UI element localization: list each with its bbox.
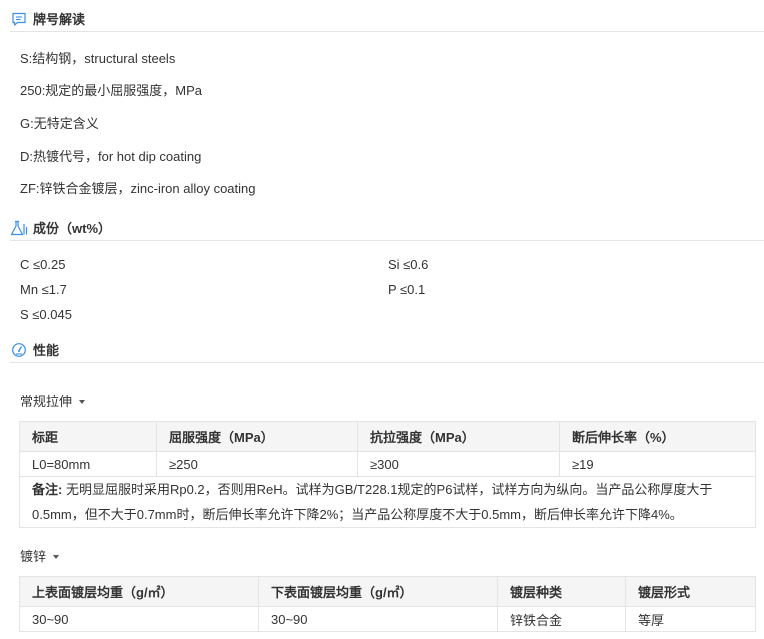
header-coating-form: 镀层形式: [625, 576, 756, 607]
performance-section-header: 性能: [10, 337, 764, 363]
table-header-row: 标距 屈服强度（MPa） 抗拉强度（MPa） 断后伸长率（%）: [19, 421, 756, 452]
header-coating-type: 镀层种类: [497, 576, 626, 607]
cell-bottom-coating: 30~90: [258, 606, 498, 632]
coating-table: 上表面镀层均重（g/㎡） 下表面镀层均重（g/㎡） 镀层种类 镀层形式 30~9…: [19, 576, 756, 632]
note-label: 备注:: [32, 482, 63, 497]
table-row: L0=80mm ≥250 ≥300 ≥19: [19, 451, 756, 477]
tensile-toggle-label: 常规拉伸: [20, 394, 73, 409]
brand-line-3: G:无特定含义: [20, 116, 99, 131]
table-row: 30~90 30~90 锌铁合金 等厚: [19, 606, 756, 632]
cell-yield-strength: ≥250: [156, 451, 358, 477]
cell-elongation: ≥19: [559, 451, 756, 477]
table-header-row: 上表面镀层均重（g/㎡） 下表面镀层均重（g/㎡） 镀层种类 镀层形式: [19, 576, 756, 607]
coating-toggle[interactable]: 镀锌: [20, 546, 60, 565]
tensile-toggle[interactable]: 常规拉伸: [20, 391, 86, 410]
cell-gauge-length: L0=80mm: [19, 451, 157, 477]
composition-mn: Mn ≤1.7: [20, 282, 67, 297]
composition-si: Si ≤0.6: [388, 257, 429, 272]
composition-section-header: 成份（wt%）: [10, 215, 764, 241]
brand-line-5: ZF:锌铁合金镀层，zinc-iron alloy coating: [20, 181, 256, 196]
brand-line-2: 250:规定的最小屈服强度，MPa: [20, 83, 203, 98]
header-yield-strength: 屈服强度（MPa）: [156, 421, 358, 452]
tensile-table: 标距 屈服强度（MPa） 抗拉强度（MPa） 断后伸长率（%） L0=80mm …: [19, 421, 756, 528]
brand-section-header: 牌号解读: [10, 6, 764, 32]
cell-tensile-strength: ≥300: [357, 451, 560, 477]
cell-coating-type: 锌铁合金: [497, 606, 626, 632]
note-row: 备注: 无明显屈服时采用Rp0.2，否则用ReH。试样为GB/T228.1规定的…: [19, 476, 756, 528]
note-text: 无明显屈服时采用Rp0.2，否则用ReH。试样为GB/T228.1规定的P6试样…: [32, 482, 713, 522]
header-tensile-strength: 抗拉强度（MPa）: [357, 421, 560, 452]
composition-p: P ≤0.1: [388, 282, 426, 297]
brand-line-4: D:热镀代号，for hot dip coating: [20, 149, 202, 164]
brand-section-title: 牌号解读: [33, 12, 86, 27]
coating-toggle-label: 镀锌: [20, 549, 47, 564]
cell-coating-form: 等厚: [625, 606, 756, 632]
note-cell: 备注: 无明显屈服时采用Rp0.2，否则用ReH。试样为GB/T228.1规定的…: [19, 476, 756, 528]
composition-section-title: 成份（wt%）: [33, 221, 112, 236]
caret-down-icon: [79, 399, 86, 404]
performance-section-title: 性能: [33, 343, 60, 358]
caret-down-icon: [53, 554, 60, 559]
header-gauge-length: 标距: [19, 421, 157, 452]
flask-icon: [10, 219, 28, 237]
cell-top-coating: 30~90: [19, 606, 259, 632]
message-icon: [10, 10, 28, 28]
gauge-icon: [10, 341, 28, 359]
brand-line-1: S:结构钢，structural steels: [20, 51, 176, 66]
header-bottom-coating: 下表面镀层均重（g/㎡）: [258, 576, 498, 607]
header-top-coating: 上表面镀层均重（g/㎡）: [19, 576, 259, 607]
composition-s: S ≤0.045: [20, 307, 72, 322]
header-elongation: 断后伸长率（%）: [559, 421, 756, 452]
composition-c: C ≤0.25: [20, 257, 66, 272]
